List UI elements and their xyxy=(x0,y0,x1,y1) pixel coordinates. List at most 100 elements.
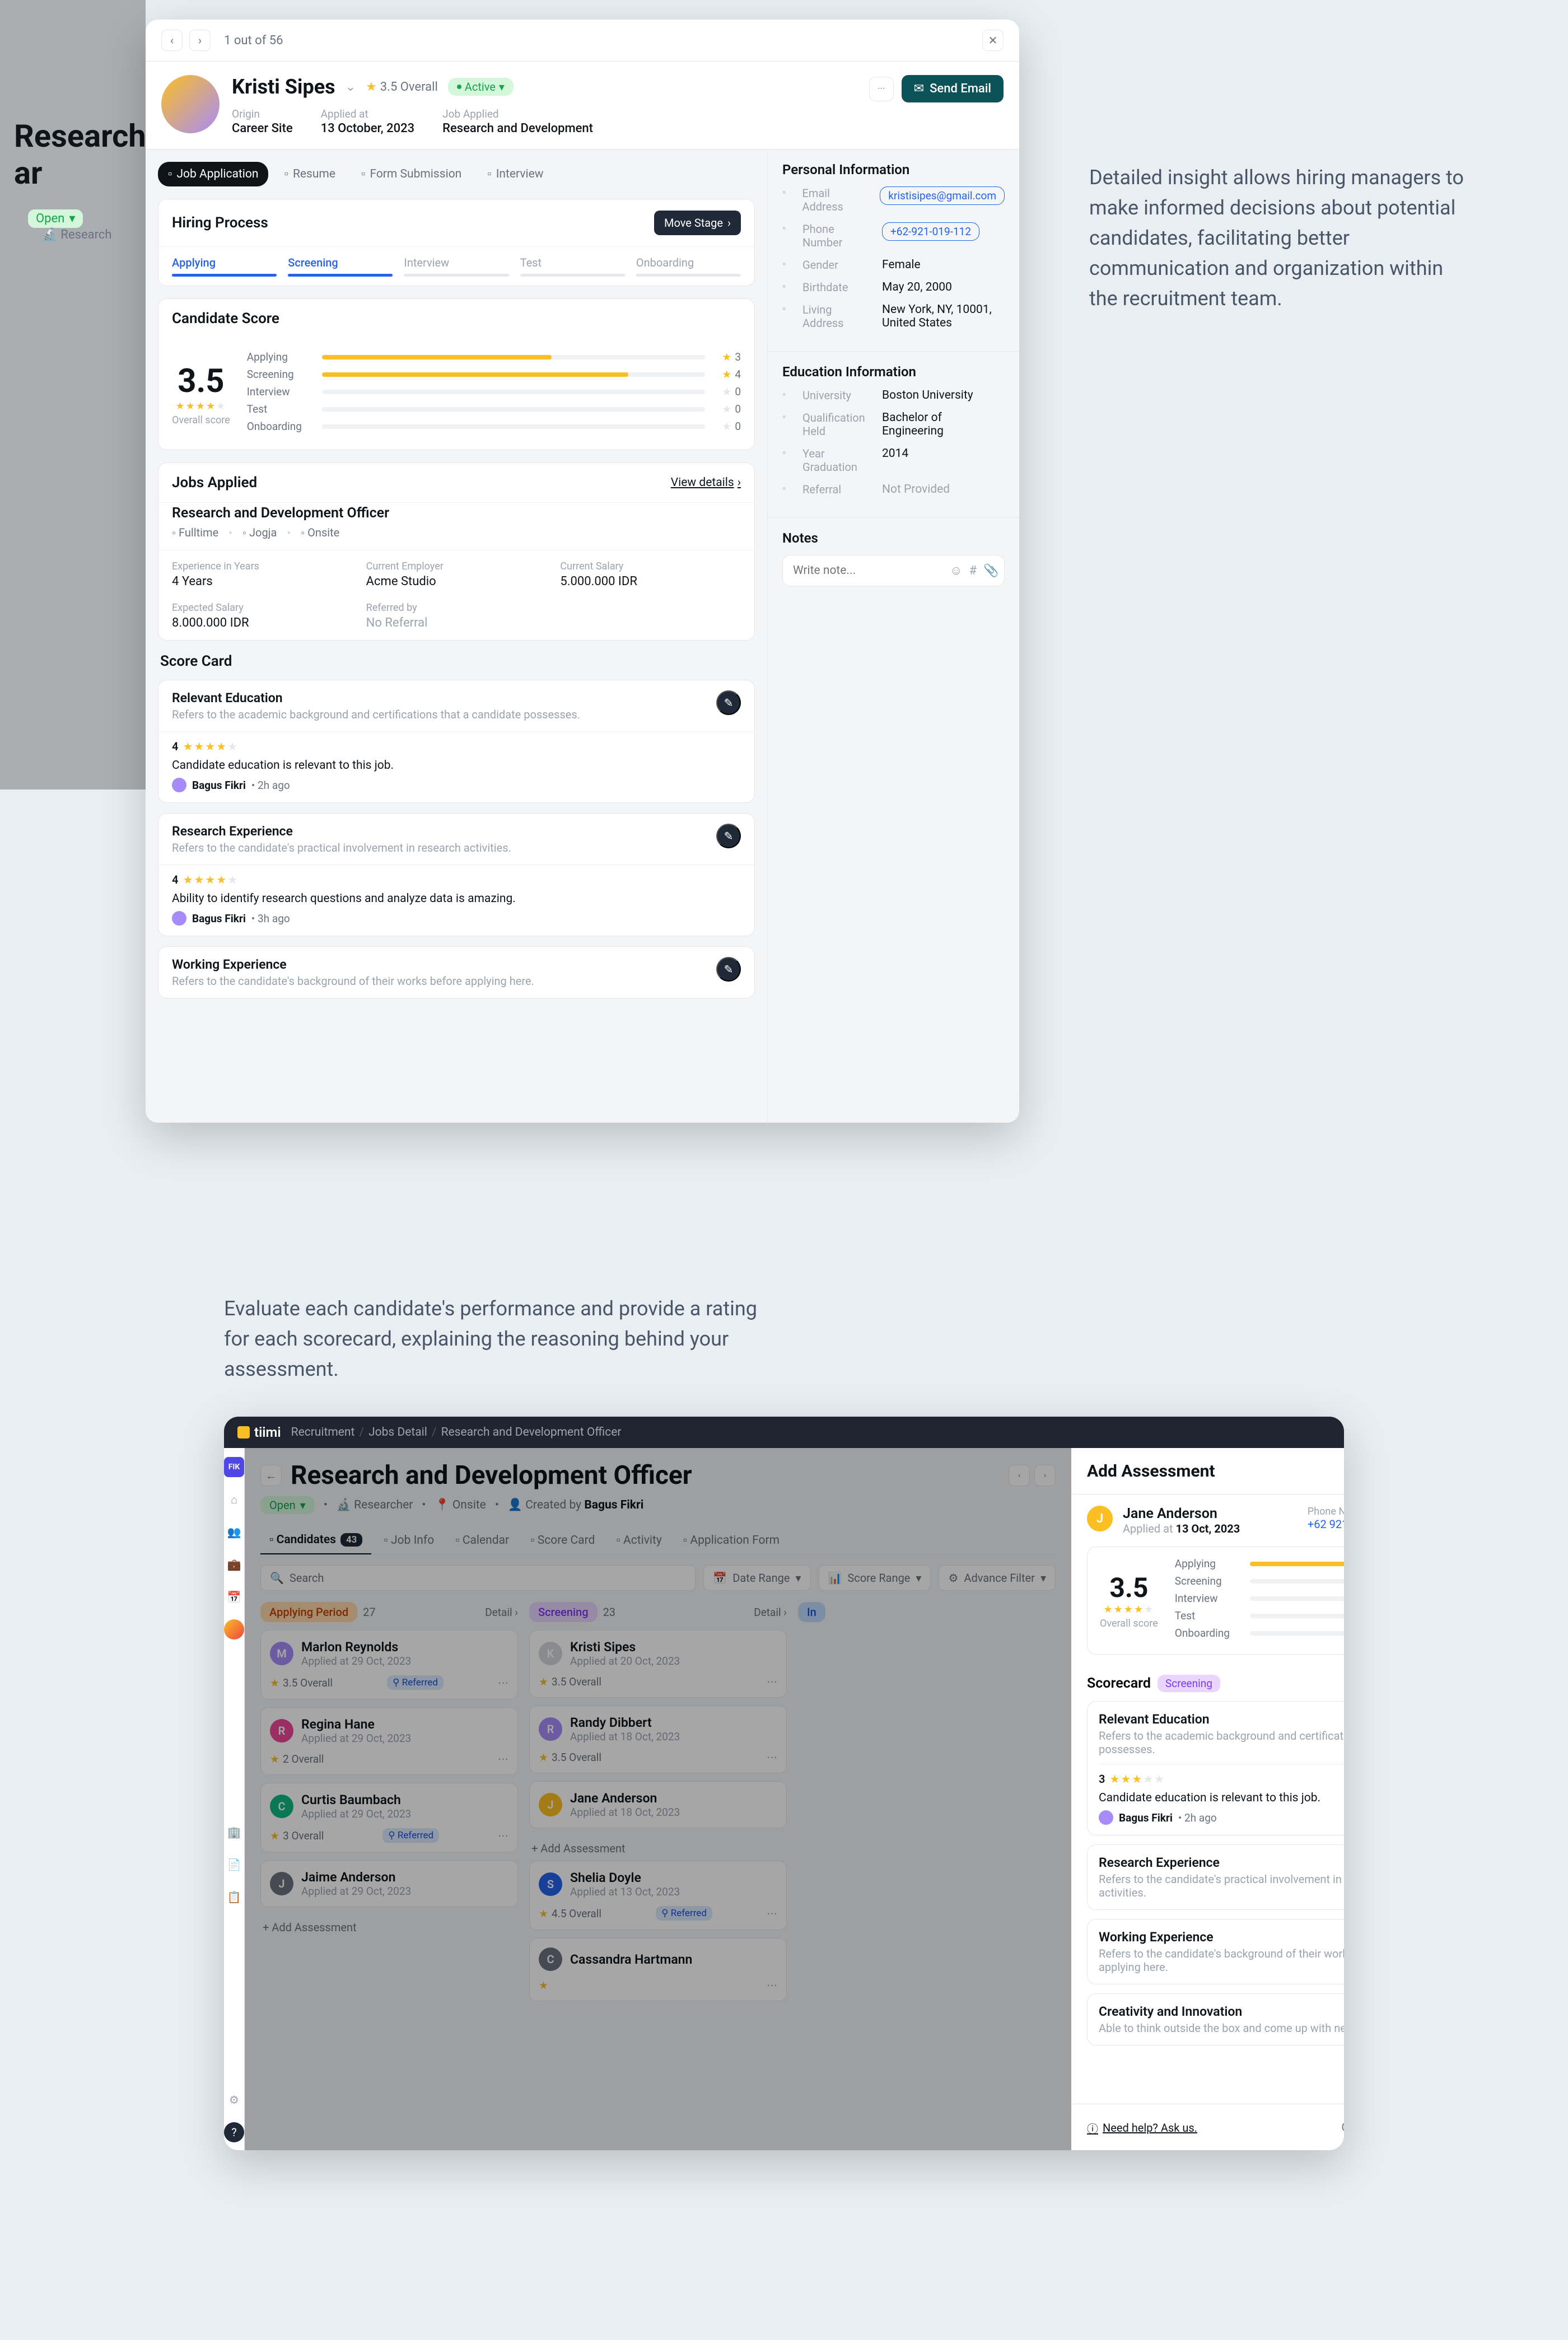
app-window: tiimi Recruitment/Jobs Detail/Research a… xyxy=(224,1417,1344,2150)
mail-icon: ◦ xyxy=(782,186,795,198)
people-icon[interactable]: 👥 xyxy=(224,1522,244,1542)
hash-icon[interactable]: # xyxy=(969,564,977,578)
more-button[interactable]: ⋯ xyxy=(869,77,894,101)
stage-applying[interactable]: Applying xyxy=(172,256,277,277)
home-icon[interactable]: ⌂ xyxy=(224,1489,244,1510)
cancel-button[interactable]: Cancel xyxy=(1331,2115,1344,2140)
meta-value: 13 October, 2023 xyxy=(321,122,414,136)
role-label: 🔬 Research xyxy=(42,228,112,242)
home-icon: ◦ xyxy=(782,303,796,315)
job-meta-item: ◦ Onsite xyxy=(301,526,339,540)
candidate-score-title: Candidate Score xyxy=(172,310,279,327)
doc-icon[interactable]: 📄 xyxy=(224,1855,244,1875)
job-field: Experience in Years4 Years xyxy=(172,561,353,588)
tab-job-application[interactable]: ▫Job Application xyxy=(158,162,268,186)
scorecard-item-desc: Refers to the candidate's background of … xyxy=(172,974,707,988)
building-icon[interactable]: 🏢 xyxy=(224,1822,244,1842)
job-title: Research and Development Officer xyxy=(158,503,754,526)
score-row: Screening★0 xyxy=(1175,1575,1344,1587)
note-input[interactable] xyxy=(793,564,943,577)
send-email-button[interactable]: ✉Send Email xyxy=(902,75,1004,102)
section-caption-2: Evaluate each candidate's performance an… xyxy=(224,1293,762,1384)
section-caption: Detailed insight allows hiring managers … xyxy=(1089,162,1470,314)
job-field: Current EmployerAcme Studio xyxy=(366,561,547,588)
crumb-item[interactable]: Recruitment xyxy=(291,1426,355,1439)
assessment-drawer: Add Assessment ✕ J Jane Anderson Applied… xyxy=(1071,1448,1344,2150)
notes-title: Notes xyxy=(782,530,1005,546)
job-field: Current Salary5.000.000 IDR xyxy=(560,561,741,588)
clipboard-icon[interactable]: 📋 xyxy=(224,1887,244,1907)
chevron-down-icon[interactable]: ⌄ xyxy=(346,80,356,94)
counter: 1 out of 56 xyxy=(224,34,283,48)
stage-screening[interactable]: Screening xyxy=(288,256,393,277)
stage-chip: Screening xyxy=(1158,1675,1220,1692)
job-field: Referred byNo Referral xyxy=(366,602,547,630)
modal-header: ‹ › 1 out of 56 ✕ xyxy=(146,20,1019,62)
edit-button[interactable]: ✎ xyxy=(716,957,741,982)
edit-button[interactable]: ✎ xyxy=(716,824,741,848)
drawer-name: Jane Anderson xyxy=(1123,1506,1240,1522)
crumb-item[interactable]: Jobs Detail xyxy=(368,1426,427,1439)
stage-test[interactable]: Test xyxy=(520,256,625,277)
info-row: ◦ReferralNot Provided xyxy=(782,483,1005,496)
jobs-applied-card: Jobs Applied View details › Research and… xyxy=(158,463,755,641)
attach-icon[interactable]: 📎 xyxy=(983,564,998,578)
score-row: Test★0 xyxy=(1175,1609,1344,1622)
hiring-process-card: Hiring Process Move Stage › Applying Scre… xyxy=(158,199,755,286)
briefcase-icon: ▫ xyxy=(168,167,172,181)
score-row: Onboarding★0 xyxy=(247,420,741,433)
cake-icon: ◦ xyxy=(782,281,796,292)
profile-header: Kristi Sipes ⌄ ★3.5 Overall Active ▾ Ori… xyxy=(146,62,1019,149)
score-row: Interview★0 xyxy=(1175,1592,1344,1605)
status-badge: Active ▾ xyxy=(448,78,514,96)
workspace-badge[interactable]: FIK xyxy=(224,1457,244,1477)
briefcase-icon[interactable]: 💼 xyxy=(224,1554,244,1575)
meta-label: Job Applied xyxy=(442,108,593,120)
info-row: ◦BirthdateMay 20, 2000 xyxy=(782,281,1005,294)
drawer-scorecard-item: Relevant EducationRefers to the academic… xyxy=(1087,1701,1344,1835)
note-input-box: ☺ # 📎 xyxy=(782,555,1005,586)
info-row: ◦UniversityBoston University xyxy=(782,389,1005,402)
next-button[interactable]: › xyxy=(189,30,211,51)
tab-form-submission[interactable]: ▫Form Submission xyxy=(351,162,472,186)
help-icon[interactable]: ? xyxy=(224,2122,244,2142)
scorecard-item-title: Relevant Education xyxy=(172,690,707,706)
move-stage-button[interactable]: Move Stage › xyxy=(654,211,741,235)
candidate-modal: ‹ › 1 out of 56 ✕ Kristi Sipes ⌄ ★3.5 Ov… xyxy=(146,20,1019,1123)
info-row: ◦Year Graduation2014 xyxy=(782,447,1005,474)
close-button[interactable]: ✕ xyxy=(982,30,1004,51)
sidebar: FIK ⌂ 👥 💼 📅 🏢 📄 📋 ⚙ ? xyxy=(224,1448,245,2150)
score-row: Interview★0 xyxy=(247,385,741,398)
notes-section: Notes ☺ # 📎 xyxy=(768,518,1019,599)
info-row: ◦Phone Number+62-921-019-112 xyxy=(782,222,1005,249)
scorecard-item: Working ExperienceRefers to the candidat… xyxy=(158,946,755,998)
settings-icon[interactable]: ⚙ xyxy=(224,2090,244,2110)
hiring-process-title: Hiring Process xyxy=(172,214,268,231)
scorecard-title: Score Card xyxy=(160,653,753,670)
contact-field: Phone Number+62 921 019 112 xyxy=(1308,1506,1344,1535)
drawer-scorecard-item: Research ExperienceRefers to the candida… xyxy=(1087,1844,1344,1910)
help-link[interactable]: ⓘ Need help? Ask us. xyxy=(1087,2120,1197,2136)
meta-value: Research and Development xyxy=(442,122,593,136)
stage-onboarding[interactable]: Onboarding xyxy=(636,256,741,277)
tab-resume[interactable]: ▫Resume xyxy=(274,162,346,186)
scorecard-item: Relevant EducationRefers to the academic… xyxy=(158,680,755,803)
tab-interview[interactable]: ▫Interview xyxy=(477,162,553,186)
candidate-name: Kristi Sipes xyxy=(232,75,335,99)
emoji-icon[interactable]: ☺ xyxy=(950,563,962,578)
prev-button[interactable]: ‹ xyxy=(161,30,183,51)
edit-button[interactable]: ✎ xyxy=(716,690,741,715)
scorecard-item: Research ExperienceRefers to the candida… xyxy=(158,813,755,936)
meta-label: Origin xyxy=(232,108,293,120)
view-details-link[interactable]: View details › xyxy=(671,476,741,489)
score-row: Applying★3 xyxy=(1175,1557,1344,1570)
calendar-icon[interactable]: 📅 xyxy=(224,1587,244,1607)
drawer-applied: Applied at 13 Oct, 2023 xyxy=(1123,1522,1240,1535)
crumb-item[interactable]: Research and Development Officer xyxy=(441,1426,622,1439)
scorecard-item-title: Research Experience xyxy=(172,824,707,839)
user-avatar-icon[interactable] xyxy=(224,1619,244,1640)
file-icon: ▫ xyxy=(284,167,288,181)
mail-icon: ✉ xyxy=(914,82,924,96)
stage-interview[interactable]: Interview xyxy=(404,256,508,277)
link-icon: ◦ xyxy=(782,483,796,494)
